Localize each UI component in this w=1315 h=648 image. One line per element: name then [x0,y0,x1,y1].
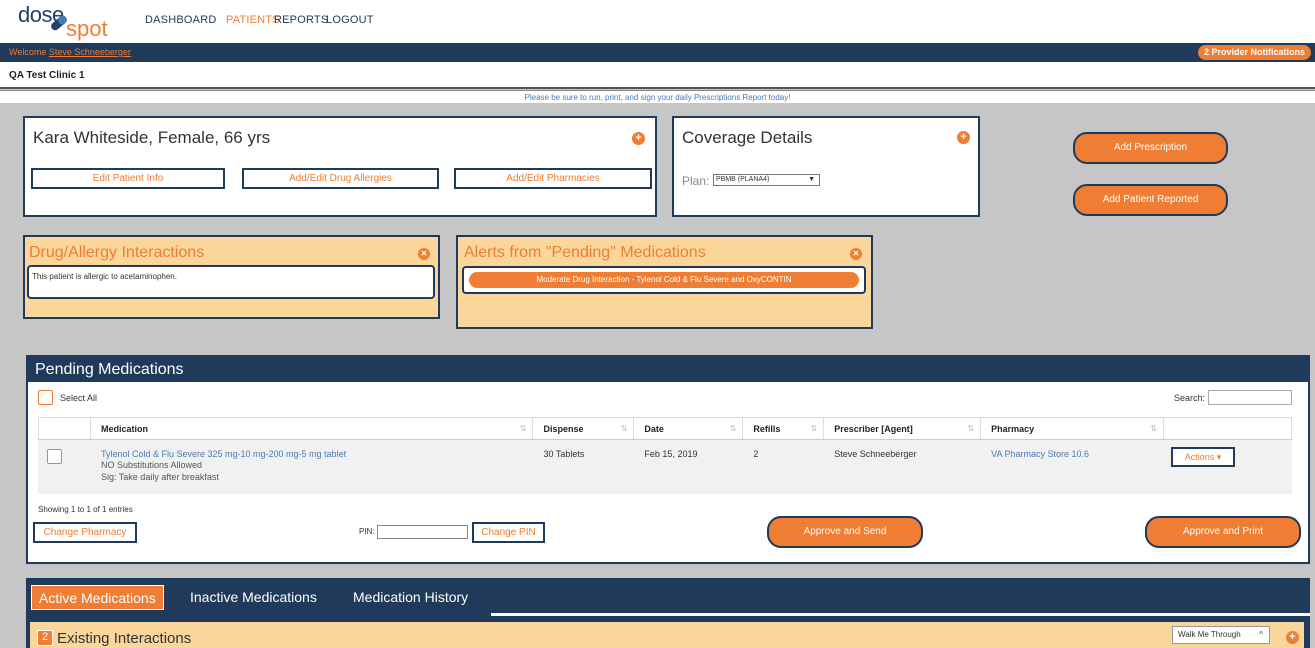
medications-tabs-panel: Active Medications Inactive Medications … [26,578,1310,648]
existing-expand-plus-icon[interactable]: + [1286,631,1299,644]
tab-inactive-medications[interactable]: Inactive Medications [183,585,324,610]
select-all-checkbox[interactable] [38,390,53,405]
table-row: Tylenol Cold & Flu Severe 325 mg-10 mg-2… [38,439,1292,494]
plan-label: Plan: [682,174,710,188]
column-header-pharmacy[interactable]: Pharmacy ⇅ [980,417,1164,440]
welcome-message: Welcome Steve Schneeberger [9,47,131,57]
pending-medications-table: Medication ⇅ Dispense ⇅ Date ⇅ Refills ⇅ Pre… [38,417,1292,494]
checkbox-column-header [38,417,91,440]
actions-column-header [1163,417,1292,440]
walk-me-through-label: Walk Me Through [1178,630,1241,639]
existing-interactions-label: Existing Interactions [57,630,192,647]
change-pin-button[interactable]: Change PIN [472,522,545,543]
sig-note: Sig: Take daily after breakfast [100,472,219,482]
date-cell: Feb 15, 2019 [633,439,743,494]
close-icon[interactable]: ✕ [850,248,862,260]
approve-and-print-button[interactable]: Approve and Print [1145,516,1301,548]
dosespot-logo[interactable]: dose spot [18,2,128,42]
prescriber-cell: Steve Schneeberger [823,439,981,494]
pending-alerts-panel: Alerts from "Pending" Medications ✕ Mode… [456,235,873,329]
add-patient-reported-button[interactable]: Add Patient Reported [1073,184,1228,216]
tab-medication-history[interactable]: Medication History [346,585,475,610]
top-header: dose spot DASHBOARD PATIENTS REPORTS LOG… [0,0,1315,43]
actions-dropdown-button[interactable]: Actions ▾ [1171,447,1235,467]
welcome-bar: Welcome Steve Schneeberger 2 Provider No… [0,43,1315,62]
nav-logout[interactable]: LOGOUT [326,14,374,26]
drug-interaction-alert[interactable]: Moderate Drug Interaction - Tylenol Cold… [469,272,859,288]
column-header-date[interactable]: Date ⇅ [633,417,744,440]
drug-allergy-panel: Drug/Allergy Interactions ✕ This patient… [23,235,440,319]
patient-expand-plus-icon[interactable]: + [632,132,645,145]
substitution-note: NO Substitutions Allowed [100,460,203,470]
welcome-user-link[interactable]: Steve Schneeberger [49,47,131,57]
sort-icon: ⇅ [967,424,975,433]
row-checkbox-cell [38,439,91,494]
chevron-down-icon: ▼ [808,176,815,183]
pin-input[interactable] [377,525,468,539]
interaction-count-badge: 2 [37,630,53,646]
logo-spot-text: spot [66,16,108,41]
pending-medications-title: Pending Medications [35,361,184,378]
reminder-bar: Please be sure to run, print, and sign y… [0,90,1315,103]
actions-cell: Actions ▾ [1163,439,1292,494]
coverage-expand-plus-icon[interactable]: + [957,131,970,144]
sort-icon: ⇅ [519,424,527,433]
medication-link[interactable]: Tylenol Cold & Flu Severe 325 mg-10 mg-2… [101,449,523,459]
close-icon[interactable]: ✕ [418,248,430,260]
patient-header: Kara Whiteside, Female, 66 yrs [33,128,271,147]
sort-icon: ⇅ [729,424,737,433]
nav-dashboard[interactable]: DASHBOARD [145,14,216,26]
pharmacy-link[interactable]: VA Pharmacy Store 10.6 [991,449,1089,459]
provider-notifications-badge[interactable]: 2 Provider Notifications [1197,45,1311,60]
add-prescription-button[interactable]: Add Prescription [1073,132,1228,164]
coverage-title: Coverage Details [682,128,813,147]
clinic-bar: QA Test Clinic 1 [0,62,1315,89]
search-input[interactable] [1208,390,1292,405]
nav-reports[interactable]: REPORTS [274,14,328,26]
plan-select[interactable]: PBMB (PLANA4) ▼ [713,174,820,186]
showing-entries: Showing 1 to 1 of 1 entries [38,505,133,514]
tab-divider [491,613,1310,616]
coverage-panel: Coverage Details + Plan: PBMB (PLANA4) ▼ [672,116,980,217]
medication-cell: Tylenol Cold & Flu Severe 325 mg-10 mg-2… [89,439,533,494]
plan-select-value: PBMB (PLANA4) [716,176,770,183]
edit-drug-allergies-button[interactable]: Add/Edit Drug Allergies [242,168,439,189]
search-label: Search: [1174,393,1206,403]
column-header-medication[interactable]: Medication ⇅ [89,417,534,440]
edit-patient-info-button[interactable]: Edit Patient Info [31,168,225,189]
column-header-prescriber[interactable]: Prescriber [Agent] ⇅ [823,417,982,440]
sort-icon: ⇅ [1150,424,1157,433]
pending-medications-panel: Pending Medications Select All Search: M… [26,355,1310,564]
refills-cell: 2 [742,439,824,494]
select-all-label: Select All [60,393,98,403]
change-pharmacy-button[interactable]: Change Pharmacy [33,522,137,543]
dispense-cell: 30 Tablets [532,439,634,494]
clinic-name: QA Test Clinic 1 [9,70,85,81]
drug-allergy-title: Drug/Allergy Interactions [29,244,205,261]
pending-alerts-title: Alerts from "Pending" Medications [464,244,706,261]
tab-active-medications[interactable]: Active Medications [31,585,164,610]
sort-icon: ⇅ [620,424,628,433]
pending-alert-box: Moderate Drug Interaction - Tylenol Cold… [462,266,866,294]
pharmacy-cell: VA Pharmacy Store 10.6 [980,439,1164,494]
column-header-refills[interactable]: Refills ⇅ [742,417,825,440]
approve-and-send-button[interactable]: Approve and Send [767,516,923,548]
column-header-dispense[interactable]: Dispense ⇅ [532,417,635,440]
reminder-message: Please be sure to run, print, and sign y… [524,93,791,102]
row-checkbox[interactable] [47,449,62,464]
sort-icon: ⇅ [810,424,818,433]
walk-me-through-button[interactable]: Walk Me Through ^ [1172,626,1270,644]
nav-patients[interactable]: PATIENTS [226,14,280,26]
chevron-up-icon: ^ [1259,630,1263,639]
pending-medications-header: Pending Medications [28,357,1308,382]
existing-interactions-bar: 2 Existing Interactions Walk Me Through … [30,622,1304,648]
allergy-message: This patient is allergic to acetaminophe… [27,265,435,299]
pin-label: PIN: [359,527,375,536]
welcome-prefix: Welcome [9,47,49,57]
edit-pharmacies-button[interactable]: Add/Edit Pharmacies [454,168,652,189]
patient-panel: Kara Whiteside, Female, 66 yrs + Edit Pa… [23,116,657,217]
